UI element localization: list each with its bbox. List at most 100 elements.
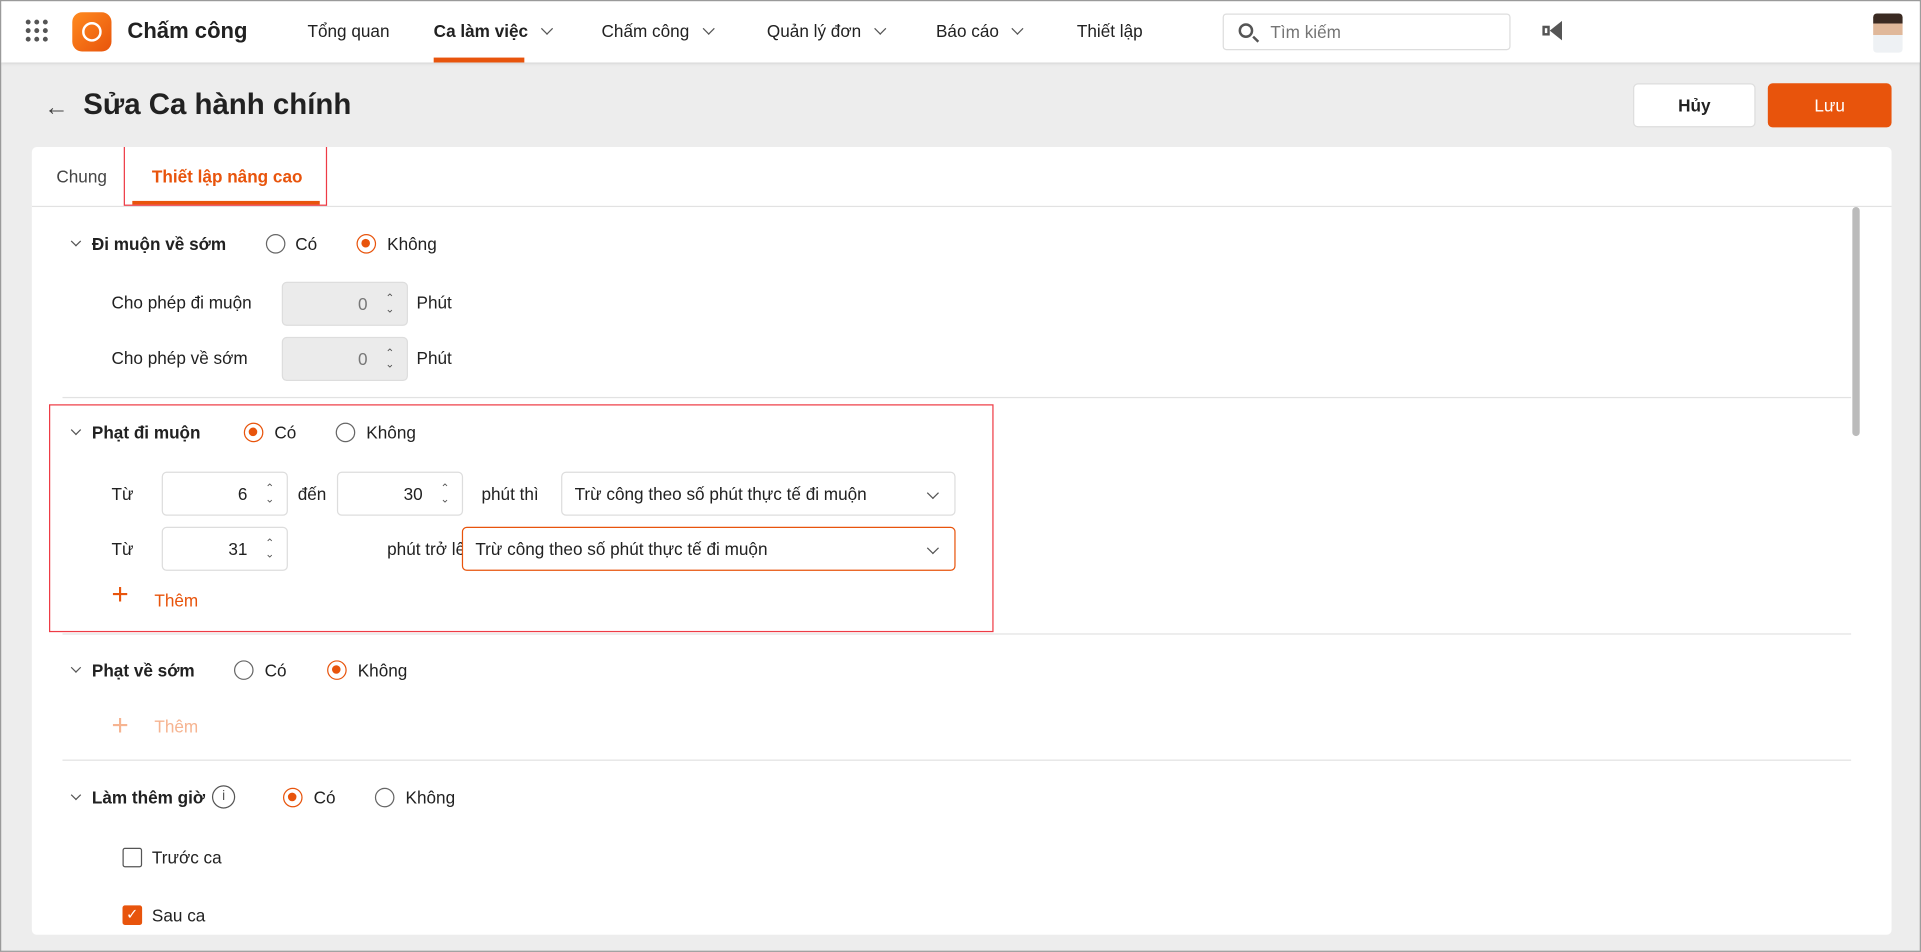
- radio-label: Không: [405, 787, 456, 808]
- collapse-chevron-icon[interactable]: [70, 236, 82, 247]
- stepper-icon[interactable]: ⌃ ⌄: [385, 292, 394, 315]
- from-label: Từ: [111, 483, 134, 504]
- section-divider: [62, 633, 1852, 635]
- to-input[interactable]: 30 ⌃ ⌄: [336, 471, 464, 516]
- unit-label: Phút: [416, 347, 452, 368]
- nav-thiet-lap[interactable]: Thiết lập: [1077, 21, 1143, 41]
- avatar[interactable]: [1873, 13, 1903, 53]
- chevron-down-icon: [1011, 22, 1024, 35]
- stepper-icon[interactable]: ⌃ ⌄: [385, 347, 394, 370]
- search-icon: [1238, 23, 1254, 38]
- add-plus-icon[interactable]: +: [111, 580, 128, 609]
- allow-late-label: Cho phép đi muộn: [111, 292, 252, 313]
- radio-label: Không: [357, 660, 408, 680]
- scrollbar-thumb[interactable]: [1852, 207, 1860, 437]
- stepper-icon[interactable]: ⌃ ⌄: [440, 482, 449, 505]
- nav-label: Chấm công: [601, 20, 690, 41]
- nav-label: Thiết lập: [1076, 20, 1143, 41]
- radio-overtime-yes[interactable]: [282, 787, 303, 808]
- nav-quan-ly-don[interactable]: Quản lý đơn: [766, 20, 887, 41]
- allow-early-input[interactable]: 0 ⌃ ⌄: [281, 336, 408, 382]
- nav-label: Báo cáo: [935, 20, 999, 41]
- chevron-down-icon: [541, 22, 554, 35]
- app-logo: [72, 12, 112, 52]
- stepper-icon[interactable]: ⌃ ⌄: [265, 482, 274, 505]
- radio-label: Không: [387, 233, 437, 254]
- checkbox-before-shift[interactable]: [122, 847, 143, 868]
- tab-chung[interactable]: Chung: [56, 167, 107, 187]
- search-input[interactable]: [1270, 20, 1491, 43]
- back-arrow-icon[interactable]: ←: [44, 94, 69, 122]
- collapse-chevron-icon[interactable]: [70, 662, 82, 673]
- page-title: Sửa Ca hành chính: [83, 88, 352, 122]
- radio-label: Có: [274, 422, 297, 443]
- then-label: phút thì: [481, 483, 539, 504]
- radio-late-early-no[interactable]: [356, 233, 377, 254]
- radio-label: Có: [264, 660, 287, 680]
- section-divider: [62, 759, 1852, 761]
- app-grid-icon[interactable]: [25, 19, 48, 42]
- checkbox-after-shift[interactable]: ✓: [122, 905, 143, 925]
- to-label: đến: [297, 483, 327, 504]
- from-input[interactable]: 31 ⌃ ⌄: [161, 526, 288, 571]
- chevron-down-icon: [702, 22, 715, 35]
- input-value: 30: [403, 483, 423, 504]
- section-title-overtime: Làm thêm giờ: [91, 787, 206, 808]
- chevron-down-icon: [926, 542, 939, 555]
- section-divider: [62, 396, 1852, 399]
- radio-early-penalty-no[interactable]: [327, 660, 347, 680]
- penalty-action-select[interactable]: Trừ công theo số phút thực tế đi muộn: [461, 526, 956, 571]
- chevron-down-icon: [926, 487, 939, 500]
- add-early-penalty-button: Thêm: [154, 716, 199, 737]
- radio-late-early-yes[interactable]: [265, 233, 286, 254]
- radio-late-penalty-no[interactable]: [335, 422, 356, 443]
- cancel-button[interactable]: Hủy: [1633, 83, 1756, 128]
- app-name: Chấm công: [127, 18, 248, 43]
- radio-label: Không: [366, 422, 416, 443]
- nav-label: Quản lý đơn: [766, 20, 862, 41]
- nav-tong-quan[interactable]: Tổng quan: [308, 21, 390, 41]
- nav-label: Tổng quan: [307, 20, 390, 41]
- nav-bao-cao[interactable]: Báo cáo: [935, 20, 1024, 41]
- megaphone-icon[interactable]: [1541, 20, 1566, 42]
- select-value: Trừ công theo số phút thực tế đi muộn: [574, 483, 867, 504]
- settings-card: Chung Thiết lập nâng cao Đi muộn về sớm …: [31, 147, 1892, 935]
- scrollbar[interactable]: [1850, 207, 1862, 935]
- input-value: 0: [357, 294, 368, 314]
- unit-label: Phút: [416, 292, 452, 313]
- nav-ca-lam-viec[interactable]: Ca làm việc: [433, 20, 554, 41]
- stepper-icon[interactable]: ⌃ ⌄: [265, 537, 274, 560]
- app-window: Chấm công Tổng quan Ca làm việc Chấm côn…: [0, 0, 1921, 952]
- nav-active-indicator: [433, 57, 525, 63]
- input-value: 6: [237, 483, 248, 504]
- input-value: 0: [357, 349, 368, 369]
- select-value: Trừ công theo số phút thực tế đi muộn: [475, 539, 768, 559]
- chevron-down-icon: [874, 22, 887, 35]
- radio-overtime-no[interactable]: [374, 787, 395, 808]
- tabs-divider: [31, 205, 1892, 208]
- checkbox-label: Trước ca: [151, 847, 222, 868]
- radio-label: Có: [313, 787, 336, 808]
- from-label: Từ: [111, 539, 134, 559]
- allow-early-label: Cho phép về sớm: [111, 347, 248, 368]
- search-box[interactable]: [1222, 13, 1511, 51]
- top-header: Chấm công Tổng quan Ca làm việc Chấm côn…: [1, 1, 1920, 63]
- input-value: 31: [228, 539, 248, 559]
- from-input[interactable]: 6 ⌃ ⌄: [161, 471, 288, 516]
- checkbox-label: Sau ca: [151, 905, 206, 925]
- collapse-chevron-icon[interactable]: [70, 789, 82, 801]
- tab-highlight: [123, 147, 328, 206]
- radio-late-penalty-yes[interactable]: [243, 422, 264, 443]
- nav-cham-cong[interactable]: Chấm công: [601, 20, 715, 41]
- radio-label: Có: [295, 233, 318, 254]
- radio-early-penalty-yes[interactable]: [233, 660, 254, 680]
- penalty-action-select[interactable]: Trừ công theo số phút thực tế đi muộn: [561, 471, 956, 516]
- section-title-late-penalty: Phạt đi muộn: [91, 422, 201, 443]
- add-late-penalty-button[interactable]: Thêm: [154, 590, 198, 610]
- allow-late-input[interactable]: 0 ⌃ ⌄: [281, 281, 408, 326]
- add-plus-icon: +: [111, 709, 129, 743]
- nav-label: Ca làm việc: [433, 20, 529, 41]
- section-title-early-penalty: Phạt về sớm: [91, 660, 195, 680]
- save-button[interactable]: Lưu: [1767, 83, 1892, 128]
- info-icon[interactable]: i: [211, 785, 236, 809]
